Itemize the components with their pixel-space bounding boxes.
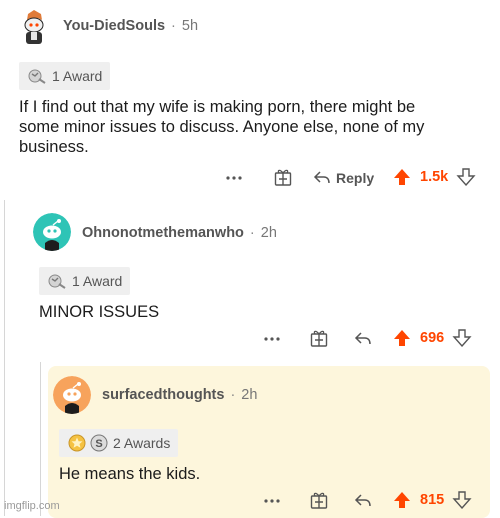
comment-text: If I find out that my wife is making por… [19, 97, 489, 157]
downvote-icon[interactable] [452, 328, 472, 348]
award-badge[interactable]: 1 Award [39, 267, 131, 295]
separator-dot: · [171, 18, 176, 34]
vote-score: 696 [420, 330, 445, 346]
comment-text-line: business. [19, 138, 89, 156]
timestamp: 2h [260, 225, 277, 241]
silver-coin-icon: S [90, 434, 108, 452]
comment-header: You-DiedSouls · 5h [63, 18, 198, 34]
more-options-button[interactable] [262, 329, 282, 349]
reply-label: Reply [336, 170, 375, 186]
award-badge[interactable]: S 2 Awards [59, 429, 179, 457]
comment-text: He means the kids. [59, 465, 201, 483]
more-dots-icon [264, 499, 280, 503]
avatar[interactable] [53, 376, 91, 414]
reply-button[interactable] [353, 329, 373, 349]
gift-icon [310, 492, 328, 509]
award-badge[interactable]: 1 Award [19, 62, 111, 90]
award-count: 1 Award [72, 273, 123, 289]
comment-text-line: some minor issues to discuss. Anyone els… [19, 118, 425, 136]
vote-score: 815 [420, 492, 445, 508]
reply-icon [354, 332, 371, 345]
reply-button[interactable]: Reply [312, 168, 374, 188]
award-count: 2 Awards [113, 435, 171, 451]
upvote-icon[interactable] [392, 328, 412, 348]
reply-icon [313, 171, 330, 184]
gold-award-icon [68, 434, 86, 452]
comment-header: surfacedthoughts · 2h [102, 387, 257, 403]
award-count: 1 Award [52, 68, 103, 84]
more-dots-icon [264, 337, 280, 341]
separator-dot: · [249, 225, 255, 241]
vote-controls: 815 [392, 490, 472, 510]
give-award-button[interactable] [309, 490, 329, 510]
timestamp: 2h [241, 387, 258, 403]
username[interactable]: You-DiedSouls [63, 18, 165, 34]
give-award-button[interactable] [273, 167, 293, 187]
username[interactable]: Ohnonotmethemanwho [82, 225, 244, 241]
timestamp: 5h [181, 18, 199, 34]
more-options-button[interactable] [224, 168, 244, 188]
more-dots-icon [226, 176, 242, 180]
watermark: imgflip.com [4, 500, 60, 512]
vote-controls: 1.5k [392, 167, 476, 187]
vote-controls: 696 [392, 328, 472, 348]
comment-text: MINOR ISSUES [39, 303, 160, 321]
username[interactable]: surfacedthoughts [102, 387, 224, 403]
silver-award-icon [48, 274, 66, 289]
upvote-icon[interactable] [392, 167, 412, 187]
more-options-button[interactable] [262, 491, 282, 511]
reply-button[interactable] [353, 491, 373, 511]
separator-dot: · [230, 387, 236, 403]
thread-line-1 [4, 200, 5, 516]
upvote-icon[interactable] [392, 490, 412, 510]
gift-icon [274, 169, 292, 186]
avatar[interactable] [33, 213, 71, 251]
gift-icon [310, 330, 328, 347]
svg-text:S: S [95, 438, 102, 450]
thread-line-2 [40, 362, 41, 516]
downvote-icon[interactable] [452, 490, 472, 510]
comment-header: Ohnonotmethemanwho · 2h [82, 225, 277, 241]
avatar[interactable] [14, 6, 54, 46]
give-award-button[interactable] [309, 328, 329, 348]
reply-icon [354, 494, 371, 507]
downvote-icon[interactable] [456, 167, 476, 187]
silver-award-icon [28, 69, 46, 84]
vote-score: 1.5k [420, 169, 449, 185]
comment-text-line: If I find out that my wife is making por… [19, 98, 416, 116]
